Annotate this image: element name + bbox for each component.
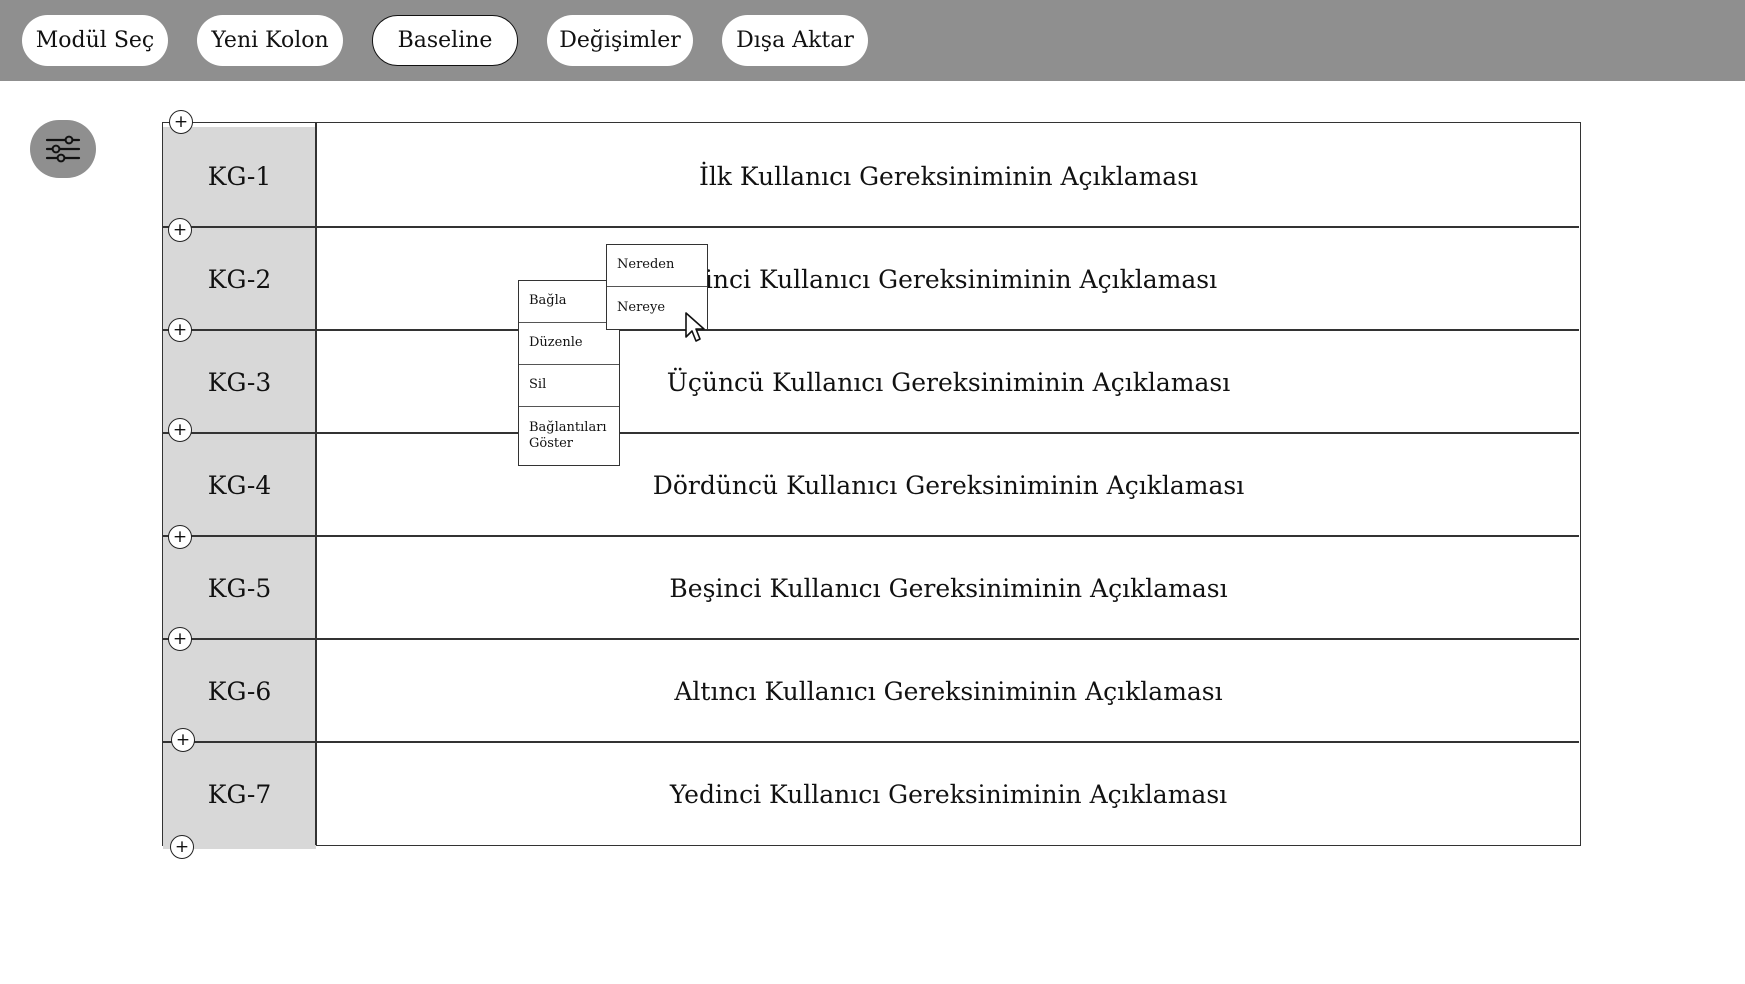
- menu-item-delete[interactable]: Sil: [519, 365, 619, 407]
- plus-circle-icon[interactable]: +: [169, 110, 193, 134]
- plus-circle-icon[interactable]: +: [171, 728, 195, 752]
- row-divider: [163, 329, 1579, 331]
- requirement-description[interactable]: Dördüncü Kullanıcı Gereksiniminin Açıkla…: [317, 465, 1580, 505]
- submenu-item-from[interactable]: Nereden: [607, 245, 707, 287]
- row-divider: [163, 432, 1579, 434]
- requirement-id[interactable]: KG-1: [163, 156, 316, 196]
- menu-item-link[interactable]: Bağla: [519, 281, 619, 323]
- toolbar: Modül Seç Yeni Kolon Baseline Değişimler…: [0, 0, 1745, 81]
- baseline-button[interactable]: Baseline: [372, 15, 518, 66]
- requirement-description[interactable]: İlk Kullanıcı Gereksiniminin Açıklaması: [317, 156, 1580, 196]
- new-column-button[interactable]: Yeni Kolon: [197, 15, 343, 66]
- requirement-id[interactable]: KG-2: [163, 259, 316, 299]
- requirement-description[interactable]: Yedinci Kullanıcı Gereksiniminin Açıklam…: [317, 774, 1580, 814]
- row-divider: [163, 638, 1579, 640]
- menu-item-show-links[interactable]: Bağlantıları Göster: [519, 407, 619, 465]
- plus-circle-icon[interactable]: +: [170, 835, 194, 859]
- row-divider: [163, 741, 1579, 743]
- requirement-description[interactable]: Altıncı Kullanıcı Gereksiniminin Açıklam…: [317, 671, 1580, 711]
- row-divider: [163, 535, 1579, 537]
- requirement-id[interactable]: KG-5: [163, 568, 316, 608]
- requirement-id[interactable]: KG-7: [163, 774, 316, 814]
- requirement-description[interactable]: İkinci Kullanıcı Gereksiniminin Açıklama…: [317, 259, 1580, 299]
- plus-circle-icon[interactable]: +: [168, 318, 192, 342]
- changes-button[interactable]: Değişimler: [547, 15, 693, 66]
- plus-circle-icon[interactable]: +: [168, 418, 192, 442]
- row-divider: [163, 226, 1579, 228]
- requirement-id[interactable]: KG-6: [163, 671, 316, 711]
- plus-circle-icon[interactable]: +: [168, 525, 192, 549]
- mouse-cursor-icon: [685, 312, 705, 342]
- requirement-id[interactable]: KG-3: [163, 362, 316, 402]
- module-select-button[interactable]: Modül Seç: [22, 15, 168, 66]
- context-menu: Bağla Düzenle Sil Bağlantıları Göster: [518, 280, 620, 466]
- plus-circle-icon[interactable]: +: [168, 218, 192, 242]
- requirement-description[interactable]: Beşinci Kullanıcı Gereksiniminin Açıklam…: [317, 568, 1580, 608]
- requirement-id[interactable]: KG-4: [163, 465, 316, 505]
- requirements-table: KG-1 İlk Kullanıcı Gereksiniminin Açıkla…: [162, 122, 1581, 849]
- sliders-icon: [45, 135, 81, 163]
- export-button[interactable]: Dışa Aktar: [722, 15, 868, 66]
- plus-circle-icon[interactable]: +: [168, 627, 192, 651]
- filter-button[interactable]: [30, 120, 96, 178]
- requirement-description[interactable]: Üçüncü Kullanıcı Gereksiniminin Açıklama…: [317, 362, 1580, 402]
- menu-item-edit[interactable]: Düzenle: [519, 323, 619, 365]
